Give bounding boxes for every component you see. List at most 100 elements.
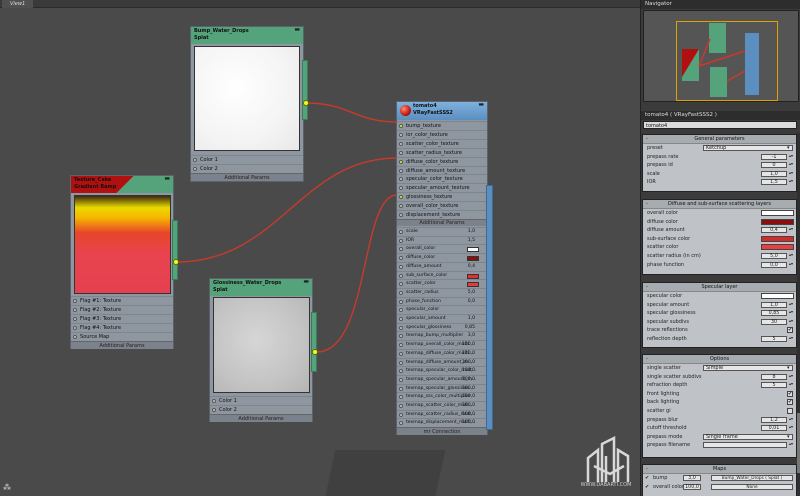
spinner-icon[interactable]: ▴▾ xyxy=(789,252,794,259)
spinner-icon[interactable]: ▴▾ xyxy=(789,162,794,168)
chevron-down-icon[interactable]: ▾ xyxy=(787,433,790,442)
minimize-icon[interactable]: ▬ xyxy=(478,102,484,108)
input-port-displacement-texture[interactable]: displacement_texture xyxy=(397,210,487,219)
tab-view1[interactable]: View1 xyxy=(2,0,34,8)
param-ior[interactable]: IOR 1,5 xyxy=(397,235,487,245)
port-dot[interactable] xyxy=(399,351,403,356)
graph-layout-icon[interactable]: ⁂ xyxy=(3,483,11,492)
color-swatch[interactable] xyxy=(761,210,794,216)
port-dot[interactable] xyxy=(399,412,403,417)
prop-value-field[interactable]: 5,0 xyxy=(761,252,787,259)
checkbox[interactable] xyxy=(787,407,793,414)
input-port-flag4[interactable]: Flag #4: Texture xyxy=(71,323,173,332)
node-editor-view[interactable]: View1 Bump_Water_Drops Splat ▬ Color 1 C… xyxy=(0,0,640,496)
prop-value-field[interactable]: 1,5 xyxy=(761,179,787,186)
prop-value-field[interactable]: 5 xyxy=(761,335,787,342)
input-port-specular-color-texture[interactable]: specular_color_texture xyxy=(397,174,487,183)
input-port-flag1[interactable]: Flag #1: Texture xyxy=(71,296,173,305)
param-texmap-specular-color-mult-[interactable]: texmap_specular_color_mult... 100,0 xyxy=(397,366,487,375)
port-dot[interactable] xyxy=(399,334,403,339)
port-dot[interactable] xyxy=(399,377,403,382)
color-swatch[interactable] xyxy=(467,282,479,288)
input-port-source-map[interactable]: Source Map xyxy=(71,332,173,341)
input-port-specular-amount-texture[interactable]: specular_amount_texture xyxy=(397,183,487,192)
param-texmap-scatter-color-mult-[interactable]: texmap_scatter_color_mult... 100,0 xyxy=(397,401,487,410)
color-swatch[interactable] xyxy=(467,273,479,279)
param-overall-color[interactable]: overall_color xyxy=(397,244,487,253)
section-header[interactable]: - Maps xyxy=(643,465,796,474)
port-dot[interactable] xyxy=(399,308,403,313)
prop-value-field[interactable]: 0,4 xyxy=(761,227,787,234)
color-swatch[interactable] xyxy=(467,247,479,253)
input-port-color1[interactable]: Color 1 xyxy=(191,155,303,164)
param-texmap-overall-color-multi-[interactable]: texmap_overall_color_multi... 100,0 xyxy=(397,340,487,349)
param-texmap-diffuse-amount-m-[interactable]: texmap_diffuse_amount_m... 100,0 xyxy=(397,357,487,367)
port-dot[interactable] xyxy=(399,421,403,426)
prop-value-field[interactable]: 0 xyxy=(761,162,787,169)
prop-value-field[interactable]: 0,0 xyxy=(761,261,787,268)
minimize-icon[interactable]: ▬ xyxy=(164,176,170,182)
spinner-icon[interactable]: ▴▾ xyxy=(789,301,794,308)
mr-connection[interactable]: mr Connection xyxy=(397,427,487,435)
port-dot[interactable] xyxy=(73,299,77,303)
map-enable-checkbox[interactable]: ✔ xyxy=(645,483,649,492)
spinner-icon[interactable]: ▴▾ xyxy=(789,179,794,185)
spinner-icon[interactable]: ▴▾ xyxy=(789,153,794,160)
port-dot[interactable] xyxy=(399,264,403,269)
port-dot[interactable] xyxy=(399,124,403,128)
spinner-icon[interactable]: ▴▾ xyxy=(789,373,794,380)
param-scale[interactable]: scale 1,0 xyxy=(397,227,487,236)
port-dot[interactable] xyxy=(399,325,403,330)
node-header[interactable]: Bump_Water_Drops Splat ▬ xyxy=(191,27,303,44)
param-specular-glossiness[interactable]: specular_glossiness 0,85 xyxy=(397,322,487,332)
map-amount-field[interactable]: 3,0 xyxy=(683,475,701,481)
prop-value-field[interactable]: 0,01 xyxy=(761,425,787,432)
port-dot[interactable] xyxy=(212,399,216,403)
color-swatch[interactable] xyxy=(761,293,794,299)
output-tab[interactable] xyxy=(486,185,493,430)
port-dot[interactable] xyxy=(73,335,77,339)
port-dot[interactable] xyxy=(193,158,197,162)
input-port-flag3[interactable]: Flag #3: Texture xyxy=(71,314,173,323)
port-dot[interactable] xyxy=(73,317,77,321)
port-dot[interactable] xyxy=(399,395,403,400)
param-texmap-bump-multiplier[interactable]: texmap_bump_multiplier 3,0 xyxy=(397,331,487,340)
prop-value-field[interactable]: 0,85 xyxy=(761,310,787,317)
port-dot[interactable] xyxy=(399,159,403,164)
port-dot[interactable] xyxy=(399,186,403,191)
port-dot[interactable] xyxy=(399,343,403,348)
color-swatch[interactable] xyxy=(761,235,794,242)
chevron-down-icon[interactable]: ▾ xyxy=(787,144,790,153)
additional-params[interactable]: Additional Params xyxy=(71,341,173,349)
section-header[interactable]: - Specular layer xyxy=(643,283,796,292)
port-dot[interactable] xyxy=(399,317,403,321)
param-sub-surface-color[interactable]: sub_surface_color xyxy=(397,270,487,280)
input-port-flag2[interactable]: Flag #2: Texture xyxy=(71,305,173,314)
port-dot[interactable] xyxy=(399,132,403,137)
node-material-tomato4[interactable]: tomato4 VRayFastSSS2 ▬ bump_texture ior_c… xyxy=(396,101,488,435)
port-dot[interactable] xyxy=(399,369,403,374)
checkbox[interactable]: ✔ xyxy=(787,390,793,397)
prop-value-field[interactable] xyxy=(703,442,787,449)
param-texmap-sss-color-multiplier[interactable]: texmap_sss_color_multiplier 100,0 xyxy=(397,392,487,401)
port-dot[interactable] xyxy=(399,360,403,365)
port-dot[interactable] xyxy=(399,168,403,173)
section-header[interactable]: - General parameters xyxy=(643,135,796,144)
spinner-icon[interactable]: ▴▾ xyxy=(789,416,794,423)
spinner-icon[interactable]: ▴▾ xyxy=(789,310,794,316)
checkbox[interactable]: ✔ xyxy=(787,399,793,406)
prop-dropdown[interactable]: Single frame xyxy=(703,433,793,440)
node-header[interactable]: Texture_Cake Gradient Ramp ▬ xyxy=(71,176,173,193)
output-tab[interactable] xyxy=(172,220,178,280)
output-tab[interactable] xyxy=(311,312,317,372)
prop-value-field[interactable]: 5 xyxy=(761,382,787,389)
output-port[interactable] xyxy=(173,259,179,265)
input-port-glossiness-texture[interactable]: glossiness_texture xyxy=(397,192,487,201)
port-dot[interactable] xyxy=(399,282,403,287)
param-scatter-radius[interactable]: scatter_radius 5,0 xyxy=(397,287,487,297)
prop-value-field[interactable]: 30 xyxy=(761,318,787,325)
color-swatch[interactable] xyxy=(761,218,794,225)
output-port[interactable] xyxy=(303,100,309,106)
param-specular-color[interactable]: specular_color xyxy=(397,305,487,314)
param-texmap-scatter-radius-mult-[interactable]: texmap_scatter_radius_mult... 100,0 xyxy=(397,409,487,419)
